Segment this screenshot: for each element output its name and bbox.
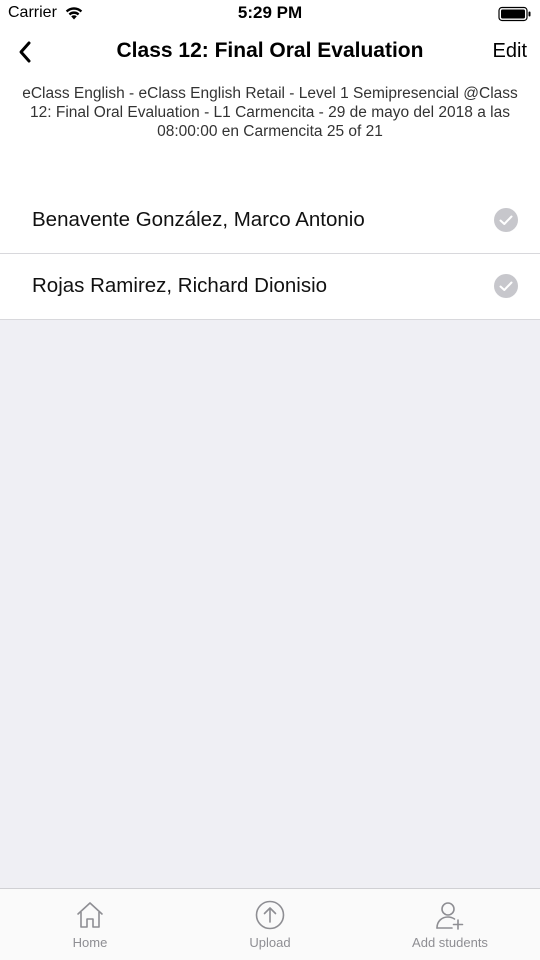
student-name: Benavente González, Marco Antonio (32, 208, 365, 231)
tab-add-students-label: Add students (412, 935, 488, 950)
student-name: Rojas Ramirez, Richard Dionisio (32, 274, 328, 297)
student-list: Benavente González, Marco Antonio Rojas … (0, 188, 540, 320)
battery-icon (498, 6, 531, 22)
tab-bar: Home Upload Add students (0, 888, 540, 960)
add-user-icon (436, 902, 464, 930)
check-circle-icon[interactable] (494, 274, 518, 298)
page-title: Class 12: Final Oral Evaluation (116, 39, 424, 62)
tab-add-students[interactable]: Add students (390, 889, 510, 960)
tab-home-label: Home (72, 935, 108, 950)
tab-upload-label: Upload (249, 935, 291, 950)
home-icon (77, 902, 103, 928)
check-circle-icon[interactable] (494, 208, 518, 232)
status-time: 5:29 PM (237, 3, 303, 22)
student-row[interactable]: Benavente González, Marco Antonio (0, 188, 540, 254)
status-bar: Carrier 5:29 PM (0, 0, 540, 28)
tab-home[interactable]: Home (30, 889, 150, 960)
tab-upload[interactable]: Upload (210, 889, 330, 960)
back-chevron-icon (19, 41, 31, 63)
navigation-bar: Class 12: Final Oral Evaluation Edit (0, 28, 540, 78)
class-info-header: eClass English - eClass English Retail -… (0, 78, 540, 188)
back-button[interactable] (10, 36, 40, 68)
upload-icon (255, 900, 285, 930)
student-row[interactable]: Rojas Ramirez, Richard Dionisio (0, 254, 540, 320)
edit-button[interactable]: Edit (493, 40, 527, 63)
class-subtitle: eClass English - eClass English Retail -… (22, 85, 518, 140)
